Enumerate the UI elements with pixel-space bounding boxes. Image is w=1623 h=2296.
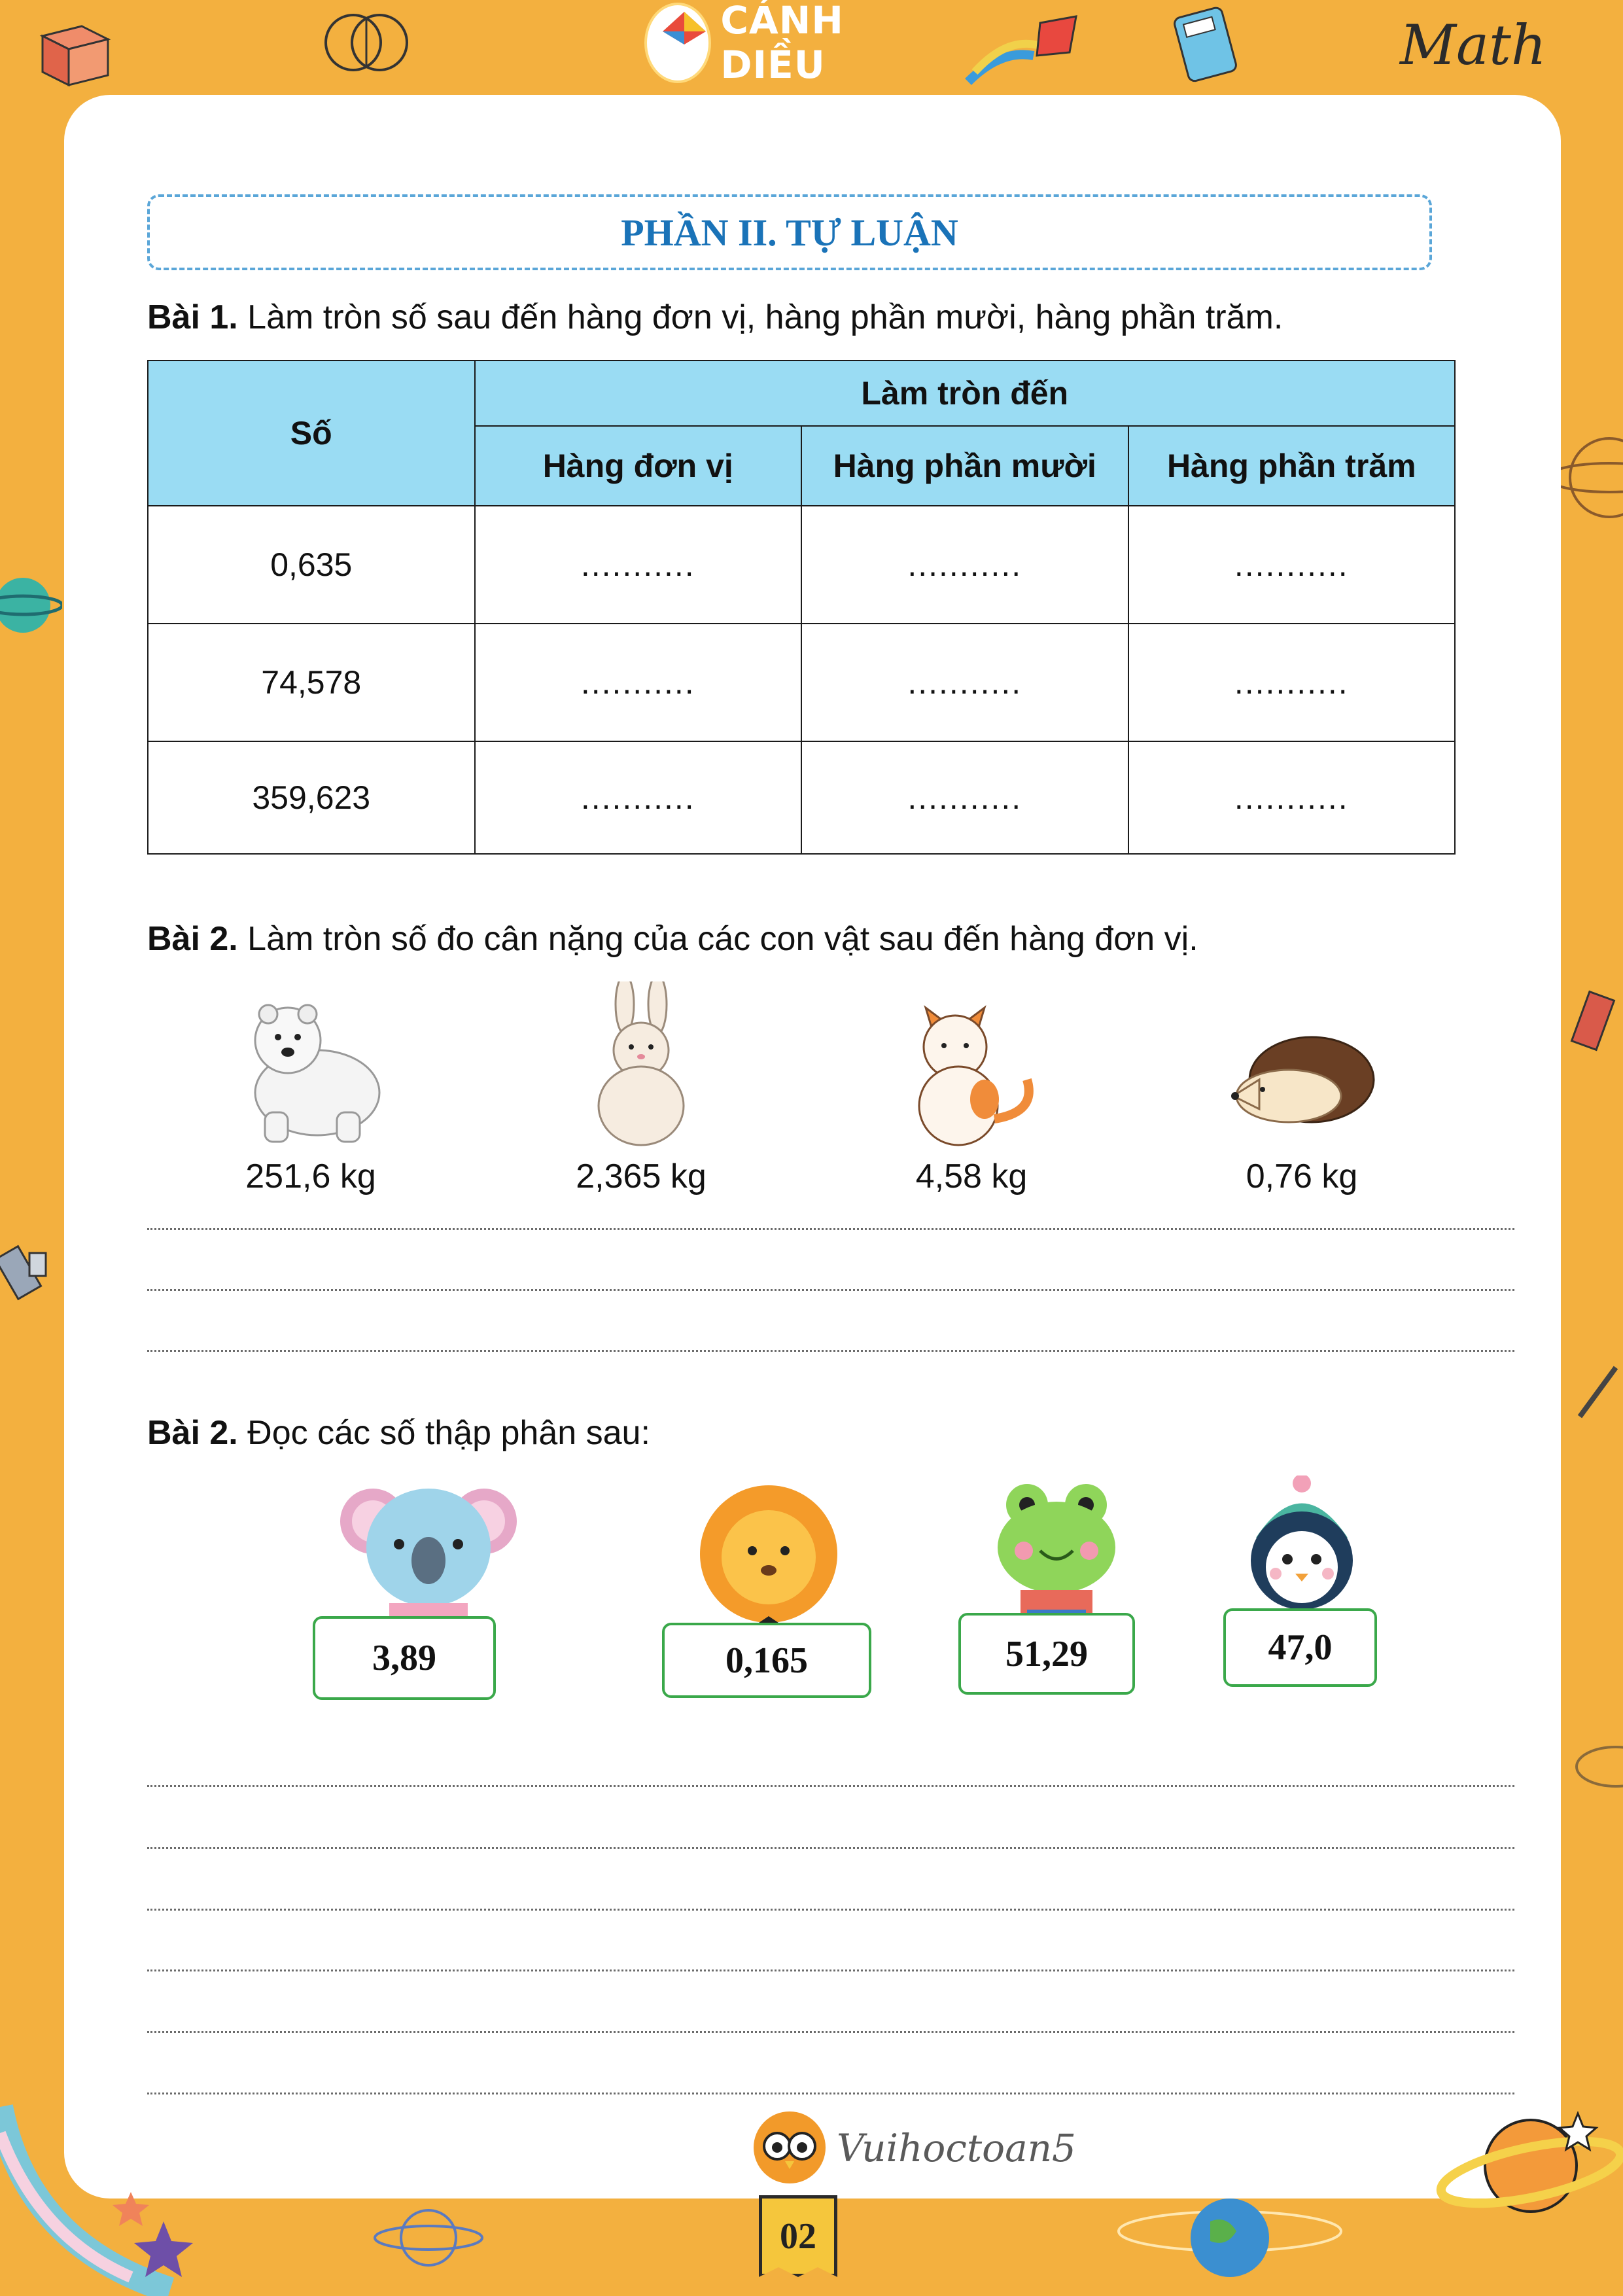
page-number: 02 [759, 2195, 837, 2277]
animal-weight: 2,365 kg [576, 1157, 707, 1195]
number-card: 51,29 [958, 1613, 1135, 1695]
cube-icon [39, 25, 111, 87]
answer-line[interactable] [147, 1289, 1514, 1291]
animal-item: 2,365 kg [533, 981, 749, 1196]
rounding-table: Số Làm tròn đến Hàng đơn vị Hàng phần mư… [147, 360, 1456, 855]
answer-blank[interactable]: ........... [1127, 741, 1456, 855]
polar-bear-icon [254, 1004, 381, 1143]
task-1-text: Làm tròn số sau đến hàng đơn vị, hàng ph… [237, 298, 1283, 336]
task-1-label: Bài 1. [147, 298, 238, 336]
saturn-icon [1436, 2110, 1623, 2213]
koala-icon [340, 1489, 517, 1633]
row-number: 0,635 [147, 505, 476, 624]
brand-header: CÁNH DIỀU [644, 0, 919, 87]
number-card: 3,89 [313, 1616, 496, 1700]
answer-line[interactable] [147, 1847, 1514, 1849]
answer-line[interactable] [147, 1785, 1514, 1787]
planet-outline-icon [1550, 437, 1623, 518]
animal-weight: 4,58 kg [915, 1157, 1028, 1195]
footer-brand-name: Vuihoctoan5 [837, 2125, 1076, 2170]
task-2-label: Bài 2. [147, 920, 238, 958]
task-3-text: Đọc các số thập phân sau: [237, 1414, 650, 1452]
header-tenths: Hàng phần mười [801, 425, 1129, 506]
task-2-text: Làm tròn số đo cân nặng của các con vật … [237, 920, 1198, 958]
section-header: PHẦN II. TỰ LUẬN [147, 194, 1432, 270]
answer-line[interactable] [147, 1909, 1514, 1911]
lion-icon [700, 1485, 837, 1629]
brand-name: CÁNH DIỀU [720, 0, 844, 87]
answer-blank[interactable]: ........... [1127, 623, 1456, 742]
answer-line[interactable] [147, 1969, 1514, 1971]
answer-blank[interactable]: ........... [1127, 505, 1456, 624]
owl-logo-icon [754, 2111, 826, 2183]
number-card: 0,165 [662, 1623, 871, 1698]
rabbit-icon [597, 981, 685, 1146]
animal-item: 4,58 kg [864, 981, 1079, 1196]
task-1-heading: Bài 1. Làm tròn số sau đến hàng đơn vị, … [147, 298, 1283, 337]
table-row: 74,578 ........... ........... .........… [147, 623, 1456, 742]
footer-brand: Vuihoctoan5 [752, 2110, 1076, 2185]
row-number: 74,578 [147, 623, 476, 742]
task-3-label: Bài 2. [147, 1414, 238, 1452]
row-number: 359,623 [147, 741, 476, 855]
answer-blank[interactable]: ........... [801, 741, 1129, 855]
shooting-stars-icon [0, 2104, 193, 2296]
task-2-heading: Bài 2. Làm tròn số đo cân nặng của các c… [147, 919, 1198, 959]
answer-blank[interactable]: ........... [474, 505, 802, 624]
section-title: PHẦN II. TỰ LUẬN [621, 211, 958, 254]
orbit-icon [1575, 1746, 1623, 1788]
animal-item: 0,76 kg [1194, 981, 1410, 1196]
math-label: Math [1400, 13, 1546, 77]
kite-logo-icon [644, 2, 712, 83]
satellite-icon [0, 1245, 47, 1301]
answer-line[interactable] [147, 1228, 1514, 1230]
frog-icon [998, 1484, 1115, 1623]
calculator-icon [1174, 7, 1237, 82]
answer-blank[interactable]: ........... [801, 505, 1129, 624]
animal-weight: 251,6 kg [245, 1157, 376, 1195]
pencil-icon [1577, 1366, 1618, 1419]
header-units: Hàng đơn vị [474, 425, 802, 506]
header-number: Số [147, 360, 476, 506]
number-card: 47,0 [1223, 1608, 1377, 1687]
earth-icon [1117, 2199, 1342, 2277]
cat-icon [918, 1005, 1034, 1146]
header-round-to: Làm tròn đến [474, 360, 1456, 427]
venn-diagram-icon [324, 14, 408, 71]
hedgehog-icon [1230, 1036, 1375, 1123]
table-row: 359,623 ........... ........... ........… [147, 741, 1456, 855]
header-hundredths: Hàng phần trăm [1127, 425, 1456, 506]
penguin-icon [1251, 1475, 1353, 1610]
answer-blank[interactable]: ........... [801, 623, 1129, 742]
answer-line[interactable] [147, 2093, 1514, 2094]
task-3-heading: Bài 2. Đọc các số thập phân sau: [147, 1413, 650, 1453]
planet-icon [0, 578, 62, 633]
table-row: 0,635 ........... ........... ..........… [147, 505, 1456, 624]
animal-item: 251,6 kg [203, 981, 419, 1196]
satellite-dish-icon [1570, 990, 1616, 1051]
animal-weight: 0,76 kg [1246, 1157, 1358, 1195]
answer-blank[interactable]: ........... [474, 623, 802, 742]
planet-outline-icon [374, 2209, 483, 2267]
answer-line[interactable] [147, 2031, 1514, 2033]
kite-icon [965, 15, 1077, 85]
answer-blank[interactable]: ........... [474, 741, 802, 855]
answer-line[interactable] [147, 1350, 1514, 1352]
